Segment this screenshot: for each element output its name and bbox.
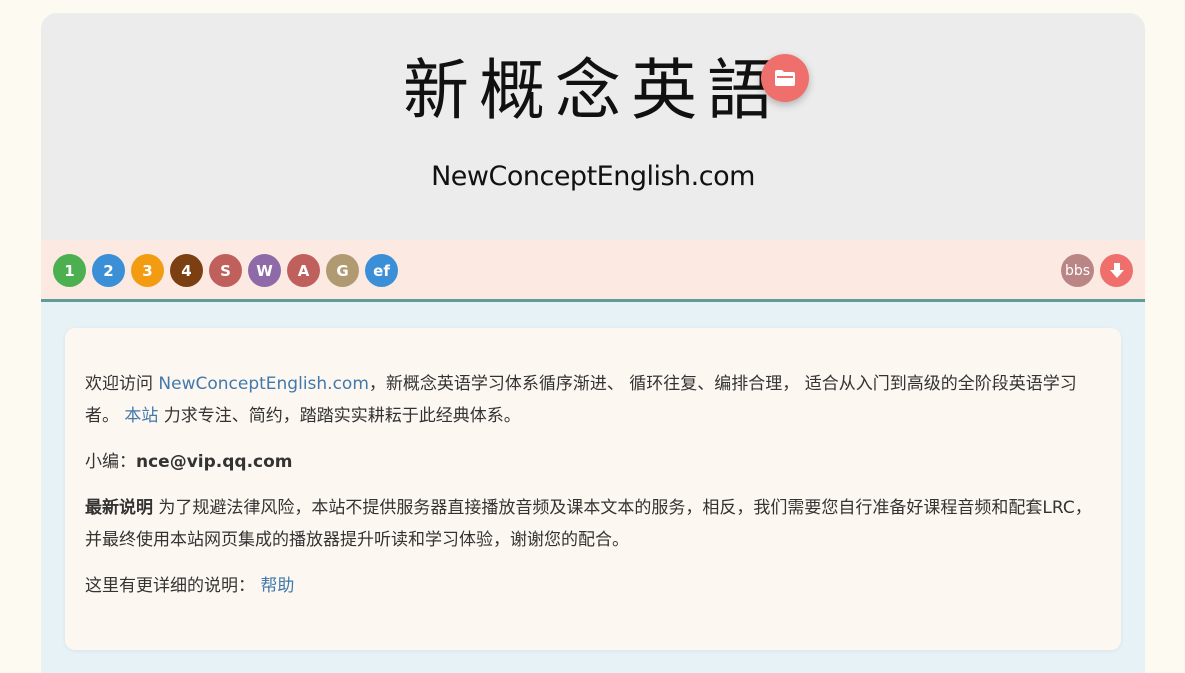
page-container: 新概念英語 NewConceptEnglish.com 1 2 3 4 S W A Gef b… (41, 13, 1145, 673)
book-nav-item-w[interactable]: W (248, 254, 281, 287)
book-nav-item-3[interactable]: 3 (131, 254, 164, 287)
bbs-label: bbs (1064, 262, 1091, 279)
notice-paragraph: 最新说明 为了规避法律风险，本站不提供服务器直接播放音频及课本文本的服务，相反，… (85, 492, 1095, 556)
bbs-button[interactable]: bbs (1061, 254, 1094, 287)
welcome-prefix: 欢迎访问 (85, 374, 159, 394)
download-arrow-icon (1109, 262, 1124, 278)
book-nav-item-s[interactable]: S (209, 254, 242, 287)
site-logo-chinese[interactable]: 新概念英語 (41, 51, 1145, 130)
intro-text: 欢迎访问 NewConceptEnglish.com，新概念英语学习体系循序渐进… (85, 368, 1095, 616)
editor-paragraph: 小编：nce@vip.qq.com (85, 446, 1095, 478)
folder-icon (775, 70, 795, 86)
site-home-link[interactable]: NewConceptEnglish.com (158, 374, 368, 394)
intro-card: 欢迎访问 NewConceptEnglish.com，新概念英语学习体系循序渐进… (65, 328, 1121, 650)
book-nav-item-1[interactable]: 1 (53, 254, 86, 287)
open-folder-button[interactable] (761, 54, 809, 102)
book-nav-item-a[interactable]: A (287, 254, 320, 287)
editor-email: nce@vip.qq.com (136, 452, 293, 472)
notice-text: 为了规避法律风险，本站不提供服务器直接播放音频及课本文本的服务，相反，我们需要您… (85, 498, 1092, 550)
site-link[interactable]: 本站 (124, 406, 158, 426)
book-nav-item-g[interactable]: G (326, 254, 359, 287)
help-prefix: 这里有更详细的说明： (85, 576, 261, 596)
book-nav-item-2[interactable]: 2 (92, 254, 125, 287)
book-nav-item-4[interactable]: 4 (170, 254, 203, 287)
site-header: 新概念英語 NewConceptEnglish.com (41, 13, 1145, 240)
help-link[interactable]: 帮助 (260, 576, 294, 596)
download-button[interactable] (1100, 254, 1133, 287)
editor-label: 小编： (85, 452, 136, 472)
nav-bar: 1 2 3 4 S W A Gef bbs (41, 240, 1145, 302)
site-suffix: 力求专注、简约，踏踏实实耕耘于此经典体系。 (158, 406, 521, 426)
site-logo-english[interactable]: NewConceptEnglish.com (41, 161, 1145, 192)
book-nav: 1 2 3 4 S W A Gef (53, 254, 398, 287)
notice-title: 最新说明 (85, 498, 153, 518)
book-nav-item-ef[interactable]: ef (365, 254, 398, 287)
nav-right-actions: bbs (1061, 254, 1133, 287)
welcome-paragraph: 欢迎访问 NewConceptEnglish.com，新概念英语学习体系循序渐进… (85, 368, 1095, 432)
help-paragraph: 这里有更详细的说明： 帮助 (85, 570, 1095, 602)
